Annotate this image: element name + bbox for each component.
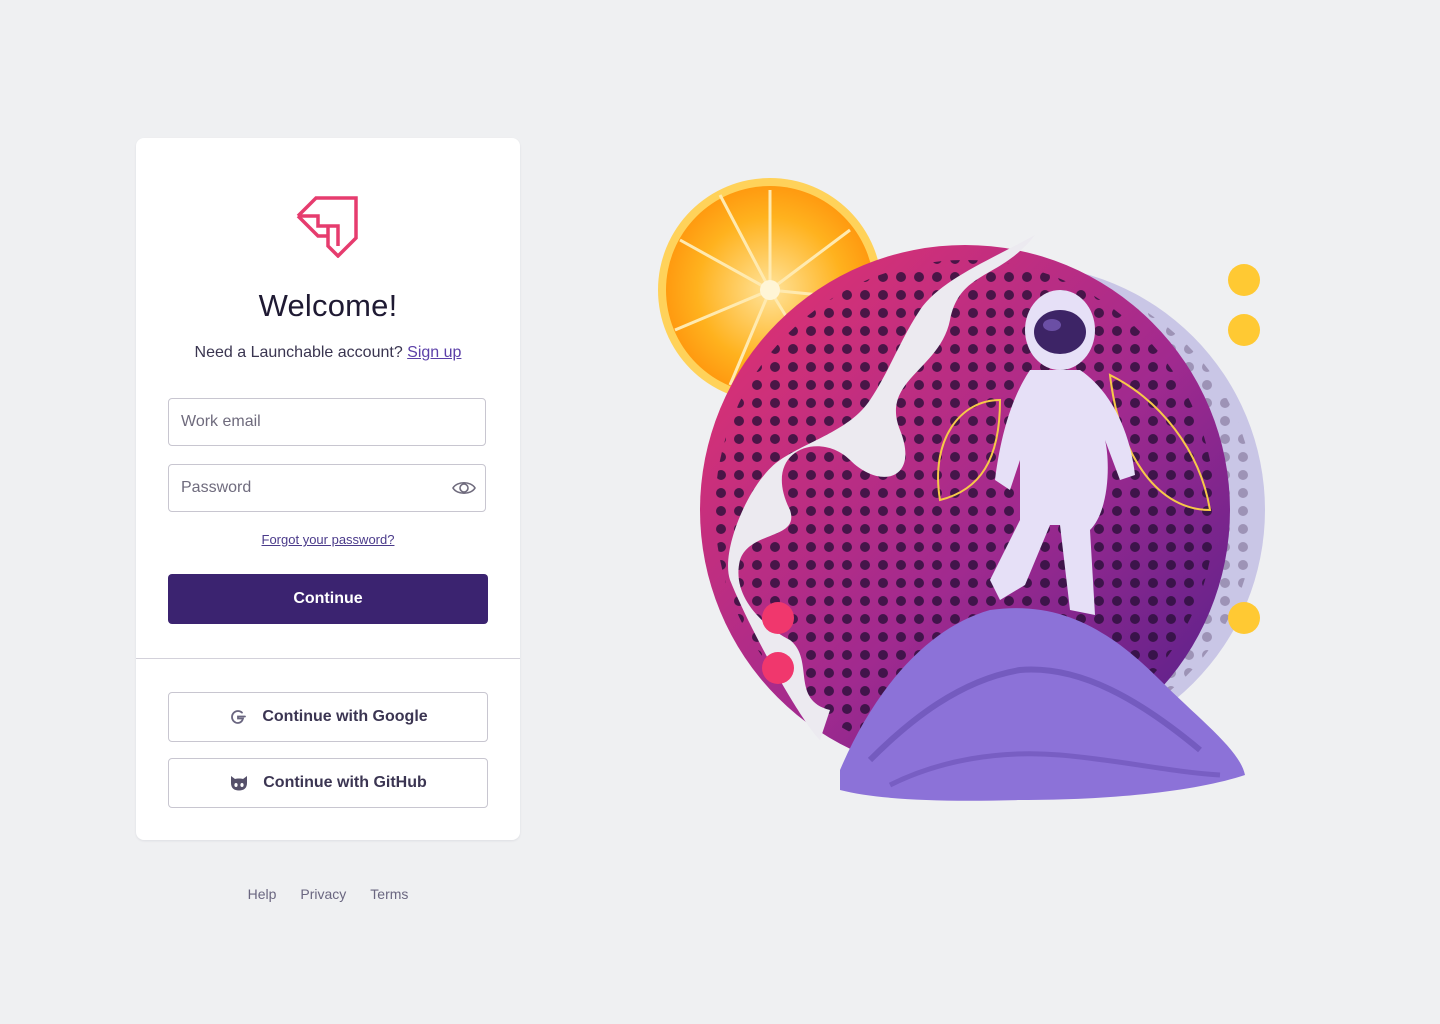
footer-terms-link[interactable]: Terms: [370, 886, 408, 902]
google-signin-button[interactable]: Continue with Google: [168, 692, 488, 742]
divider: [136, 658, 520, 659]
astronaut-illustration: [658, 178, 1265, 801]
footer-links: Help Privacy Terms: [136, 886, 520, 902]
footer-help-link[interactable]: Help: [248, 886, 277, 902]
github-signin-label: Continue with GitHub: [263, 774, 427, 791]
email-field: [168, 398, 486, 446]
google-signin-label: Continue with Google: [262, 708, 428, 725]
forgot-password-link[interactable]: Forgot your password?: [262, 532, 395, 547]
signup-link[interactable]: Sign up: [407, 344, 461, 361]
signup-prompt-text: Need a Launchable account?: [194, 344, 403, 361]
github-icon: [231, 776, 248, 791]
password-field: [168, 464, 486, 512]
password-input[interactable]: [169, 465, 441, 511]
page-title: Welcome!: [258, 288, 398, 323]
footer-privacy-link[interactable]: Privacy: [300, 886, 346, 902]
forgot-password: Forgot your password?: [136, 532, 520, 547]
github-signin-button[interactable]: Continue with GitHub: [168, 758, 488, 808]
signup-prompt: Need a Launchable account? Sign up: [136, 344, 520, 362]
eye-icon[interactable]: [452, 478, 476, 498]
launchable-logo-icon: [296, 196, 358, 258]
continue-button[interactable]: Continue: [168, 574, 488, 624]
google-icon: [231, 710, 247, 724]
email-input[interactable]: [169, 399, 441, 445]
